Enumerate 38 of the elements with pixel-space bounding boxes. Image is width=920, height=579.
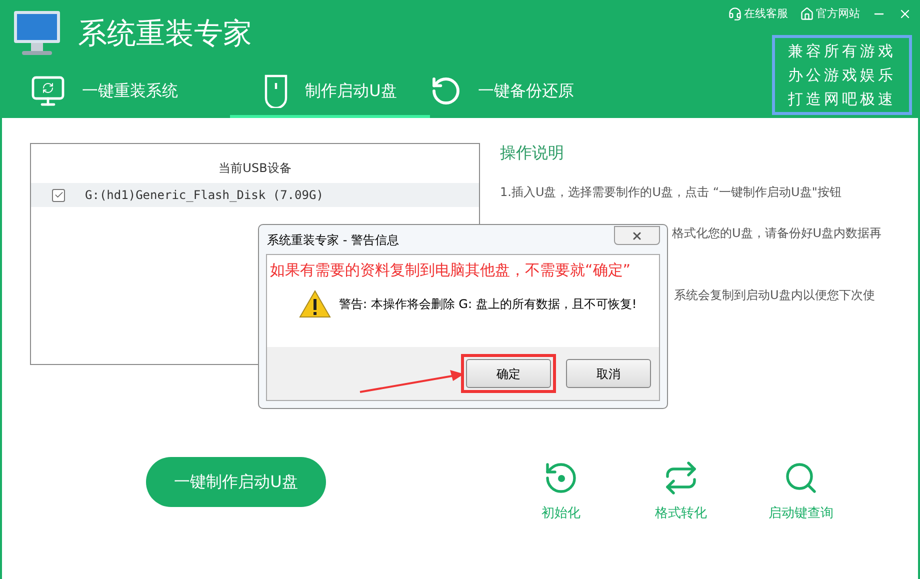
promo-text: 兼容所有游戏 xyxy=(788,40,896,62)
tool-button[interactable]: 启动键查询 xyxy=(756,460,846,524)
section-title: 操作说明 xyxy=(500,142,565,164)
make-usb-button[interactable]: 一键制作启动U盘 xyxy=(146,456,326,507)
dialog-title: 系统重装专家 - 警告信息 xyxy=(267,232,399,248)
nav-tab[interactable]: 一键重装系统 xyxy=(30,66,230,118)
monitor-logo-icon xyxy=(12,9,62,57)
reset-icon xyxy=(543,460,579,496)
instruction-text: 系统会复制到启动U盘内以便您下次使 xyxy=(674,287,875,304)
checkbox[interactable] xyxy=(52,188,65,202)
search-icon xyxy=(783,460,819,496)
panel-heading: 当前USB设备 xyxy=(218,160,292,177)
promo-text: 办公游戏娱乐 xyxy=(788,64,896,86)
warning-icon xyxy=(299,290,331,318)
device-label: G:(hd1)Generic_Flash_Disk (7.09G) xyxy=(85,187,324,204)
dialog-button[interactable]: 取消 xyxy=(566,359,651,388)
promo-text: 打造网吧极速 xyxy=(788,88,896,110)
tool-button[interactable]: 初始化 xyxy=(516,460,606,524)
dialog-button[interactable]: 确定 xyxy=(466,359,551,388)
house-icon xyxy=(800,7,814,22)
instruction-text: 1.插入U盘，选择需要制作的U盘，点击 “一键制作启动U盘"按钮 xyxy=(500,184,842,201)
check-icon xyxy=(54,190,64,200)
note-text: 如果有需要的资料复制到电脑其他盘，不需要就“确定” xyxy=(270,260,632,281)
convert-icon xyxy=(663,460,699,496)
warning-message: 警告: 本操作将会删除 G: 盘上的所有数据，且不可恢复! xyxy=(339,296,637,312)
header-link[interactable]: 官方网站 xyxy=(800,6,860,22)
headset-icon xyxy=(728,7,742,22)
usb-drive-icon xyxy=(263,74,290,108)
device-row[interactable]: G:(hd1)Generic_Flash_Disk (7.09G) xyxy=(31,183,479,207)
app-title: 系统重装专家 xyxy=(78,18,252,48)
tool-button[interactable]: 格式转化 xyxy=(636,460,726,524)
nav-tab[interactable]: 一键备份还原 xyxy=(430,66,630,118)
instruction-text: 格式化您的U盘，请备份好U盘内数据再 xyxy=(672,225,882,242)
restore-icon xyxy=(430,74,462,106)
close-icon xyxy=(631,230,643,242)
header-link[interactable]: 在线客服 xyxy=(728,6,788,22)
close-button[interactable] xyxy=(614,226,660,245)
nav-tab[interactable]: 制作启动U盘 xyxy=(230,66,430,118)
